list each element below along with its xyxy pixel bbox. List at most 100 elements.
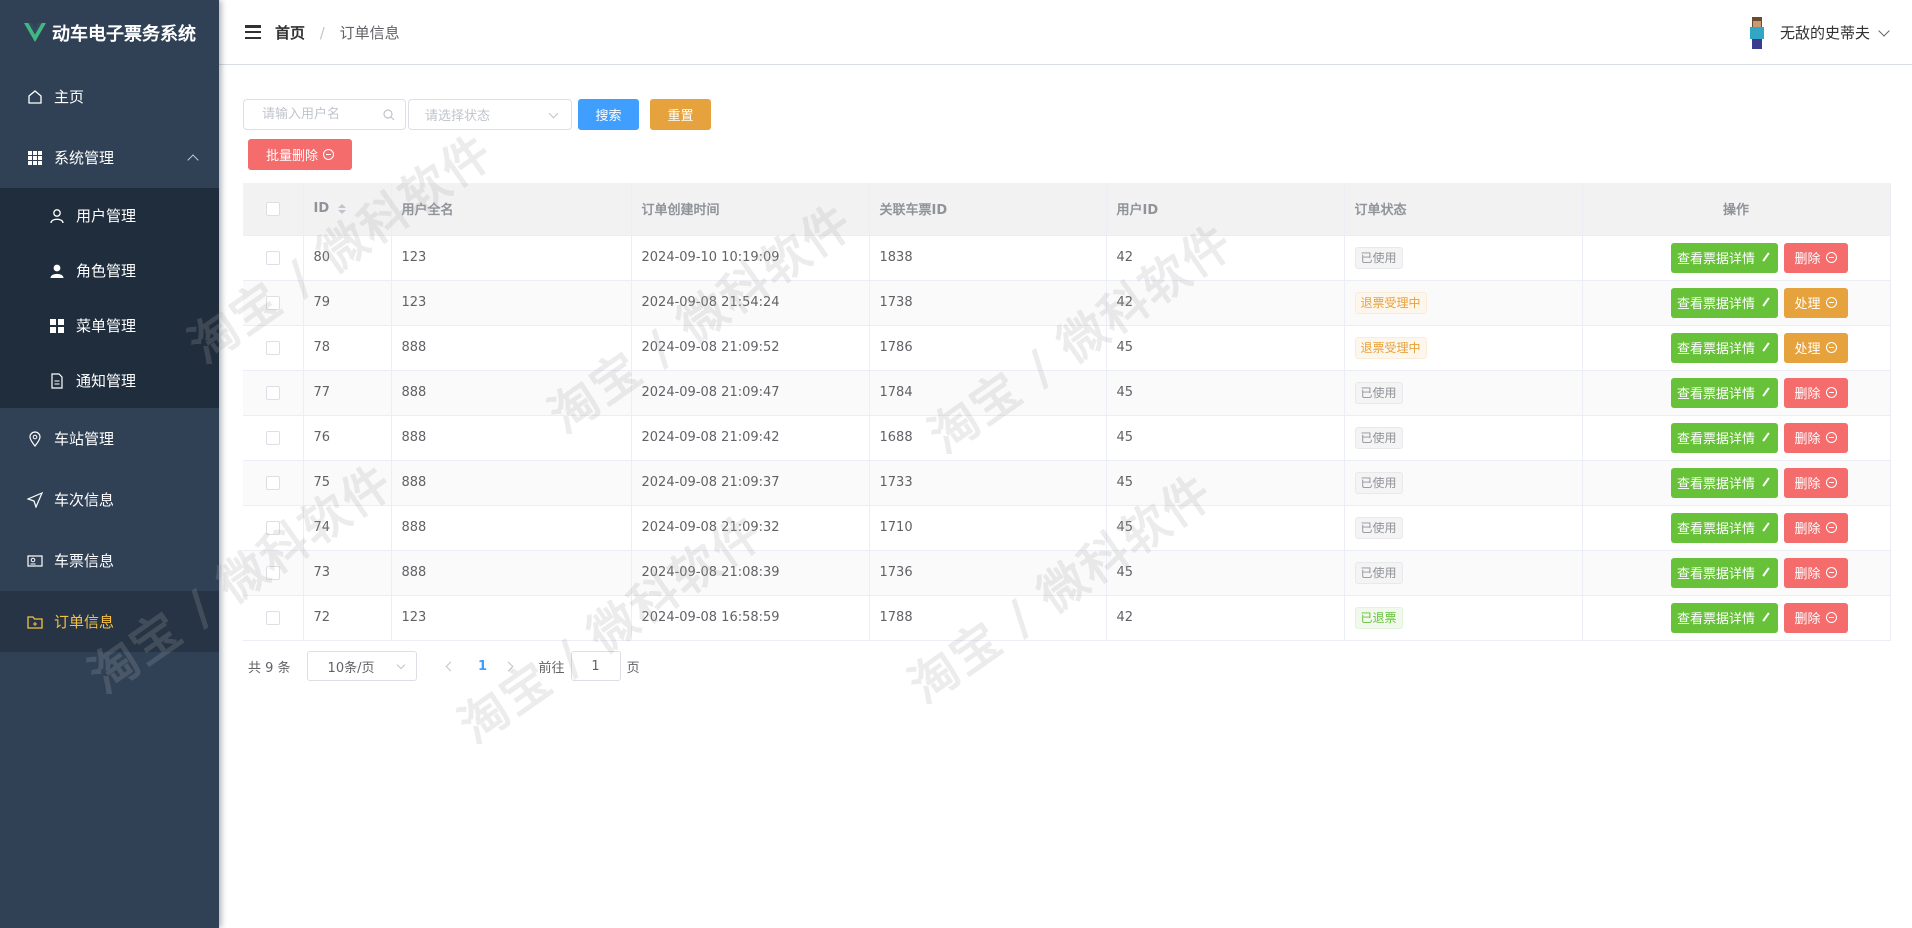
sidebar-item-system[interactable]: 系统管理: [0, 127, 219, 188]
username-search[interactable]: [243, 99, 406, 130]
minus-circle-icon: [1825, 297, 1837, 308]
row-checkbox[interactable]: [265, 295, 280, 310]
reset-button[interactable]: 重置: [650, 99, 711, 130]
table-body: 80 123 2024-09-10 10:19:09 1838 42 已使用 查看票据详情删…: [243, 235, 1891, 641]
delete-button[interactable]: 删除: [1783, 377, 1848, 408]
view-ticket-button[interactable]: 查看票据详情: [1670, 422, 1778, 453]
cell-created: 2024-09-10 10:19:09: [631, 235, 870, 281]
avatar: [1749, 16, 1764, 49]
row-actions: 查看票据详情 删除: [1593, 377, 1880, 408]
cell-name: 123: [391, 280, 632, 326]
sidebar-item-label: 车站管理: [54, 430, 115, 448]
view-ticket-button[interactable]: 查看票据详情: [1670, 377, 1778, 408]
page-size-select[interactable]: 10条/页: [306, 651, 417, 681]
view-ticket-label: 查看票据详情: [1676, 387, 1755, 402]
page-number-1[interactable]: 1: [467, 659, 499, 674]
row-checkbox[interactable]: [265, 610, 280, 625]
cell-created: 2024-09-08 21:09:52: [631, 325, 870, 371]
row-actions: 查看票据详情 处理: [1593, 287, 1880, 318]
cell-actions: 查看票据详情 删除: [1582, 460, 1891, 506]
delete-button[interactable]: 删除: [1783, 242, 1848, 273]
row-checkbox[interactable]: [265, 520, 280, 535]
column-header-user-id: 用户ID: [1106, 183, 1345, 236]
cell-actions: 查看票据详情 删除: [1582, 505, 1891, 551]
view-ticket-label: 查看票据详情: [1676, 252, 1755, 267]
row-checkbox[interactable]: [265, 250, 280, 265]
goto-suffix: 页: [626, 660, 640, 676]
edit-icon: [1762, 341, 1770, 352]
user-menu[interactable]: 无敌的史蒂夫: [1746, 0, 1890, 65]
row-checkbox[interactable]: [265, 565, 280, 580]
row-checkbox[interactable]: [265, 430, 280, 445]
row-checkbox[interactable]: [265, 385, 280, 400]
next-page-button[interactable]: [499, 651, 519, 681]
table-header-row: ID 用户全名 订单创建时间 关联车票ID 用户ID 订单状态 操作: [243, 183, 1891, 236]
process-button[interactable]: 处理: [1783, 332, 1848, 363]
row-select-cell: [243, 415, 304, 461]
edit-icon: [1762, 431, 1770, 442]
row-checkbox[interactable]: [265, 340, 280, 355]
search-icon: [383, 109, 395, 121]
delete-button[interactable]: 删除: [1783, 602, 1848, 633]
view-ticket-button[interactable]: 查看票据详情: [1670, 512, 1778, 543]
row-select-cell: [243, 595, 304, 641]
column-header-id[interactable]: ID: [303, 183, 392, 236]
view-ticket-button[interactable]: 查看票据详情: [1670, 242, 1778, 273]
edit-icon: [1762, 386, 1770, 397]
delete-button[interactable]: 删除: [1783, 467, 1848, 498]
batch-delete-button[interactable]: 批量删除: [248, 139, 352, 170]
row-select-cell: [243, 460, 304, 506]
view-ticket-button[interactable]: 查看票据详情: [1670, 332, 1778, 363]
sidebar-item-orders[interactable]: 订单信息: [0, 591, 219, 652]
sidebar-item-notices[interactable]: 通知管理: [0, 353, 219, 408]
table-row: 74 888 2024-09-08 21:09:32 1710 45 已使用 查看票据详情 删…: [243, 505, 1891, 551]
view-ticket-button[interactable]: 查看票据详情: [1670, 557, 1778, 588]
status-badge: 退票受理中: [1354, 291, 1427, 314]
pagination-total: 共 9 条: [248, 660, 291, 676]
sidebar-item-menus[interactable]: 菜单管理: [0, 298, 219, 353]
action-label: 删除: [1794, 252, 1821, 267]
row-actions: 查看票据详情 删除: [1593, 557, 1880, 588]
hamburger-icon[interactable]: [245, 25, 261, 39]
sidebar-item-stations[interactable]: 车站管理: [0, 408, 219, 469]
delete-button[interactable]: 删除: [1783, 512, 1848, 543]
view-ticket-button[interactable]: 查看票据详情: [1670, 287, 1778, 318]
cell-created: 2024-09-08 21:09:37: [631, 460, 870, 506]
prev-page-button[interactable]: [441, 651, 461, 681]
person-fill-icon: [48, 262, 66, 280]
view-ticket-button[interactable]: 查看票据详情: [1670, 467, 1778, 498]
minus-circle-icon: [1825, 477, 1837, 488]
breadcrumb-home[interactable]: 首页: [275, 24, 305, 42]
row-checkbox[interactable]: [265, 475, 280, 490]
row-select-cell: [243, 505, 304, 551]
sort-icon[interactable]: [337, 203, 346, 214]
topbar: 首页 / 订单信息 无敌的史蒂夫: [219, 0, 1912, 65]
select-all-checkbox[interactable]: [265, 201, 280, 216]
delete-button[interactable]: 删除: [1783, 557, 1848, 588]
view-ticket-button[interactable]: 查看票据详情: [1670, 602, 1778, 633]
status-select[interactable]: 请选择状态: [408, 99, 572, 130]
delete-button[interactable]: 删除: [1783, 422, 1848, 453]
sidebar-item-label: 车票信息: [54, 552, 115, 570]
cell-user-id: 42: [1106, 280, 1345, 326]
view-ticket-label: 查看票据详情: [1676, 432, 1755, 447]
process-button[interactable]: 处理: [1783, 287, 1848, 318]
goto-page-input[interactable]: [570, 651, 621, 681]
cell-id: 79: [303, 280, 392, 326]
chevron-right-icon: [503, 661, 514, 671]
cell-name: 888: [391, 370, 632, 416]
send-icon: [26, 491, 44, 509]
status-badge: 已使用: [1354, 516, 1403, 539]
sidebar-item-tickets[interactable]: 车票信息: [0, 530, 219, 591]
sidebar-item-home[interactable]: 主页: [0, 66, 219, 127]
cell-name: 888: [391, 505, 632, 551]
sidebar-item-roles[interactable]: 角色管理: [0, 243, 219, 298]
cell-user-id: 45: [1106, 415, 1345, 461]
search-button[interactable]: 搜索: [578, 99, 639, 130]
view-ticket-label: 查看票据详情: [1676, 567, 1755, 582]
sidebar-item-users[interactable]: 用户管理: [0, 188, 219, 243]
chevron-left-icon: [445, 661, 456, 671]
cell-ticket-id: 1738: [869, 280, 1107, 326]
row-actions: 查看票据详情 处理: [1593, 332, 1880, 363]
sidebar-item-trains[interactable]: 车次信息: [0, 469, 219, 530]
